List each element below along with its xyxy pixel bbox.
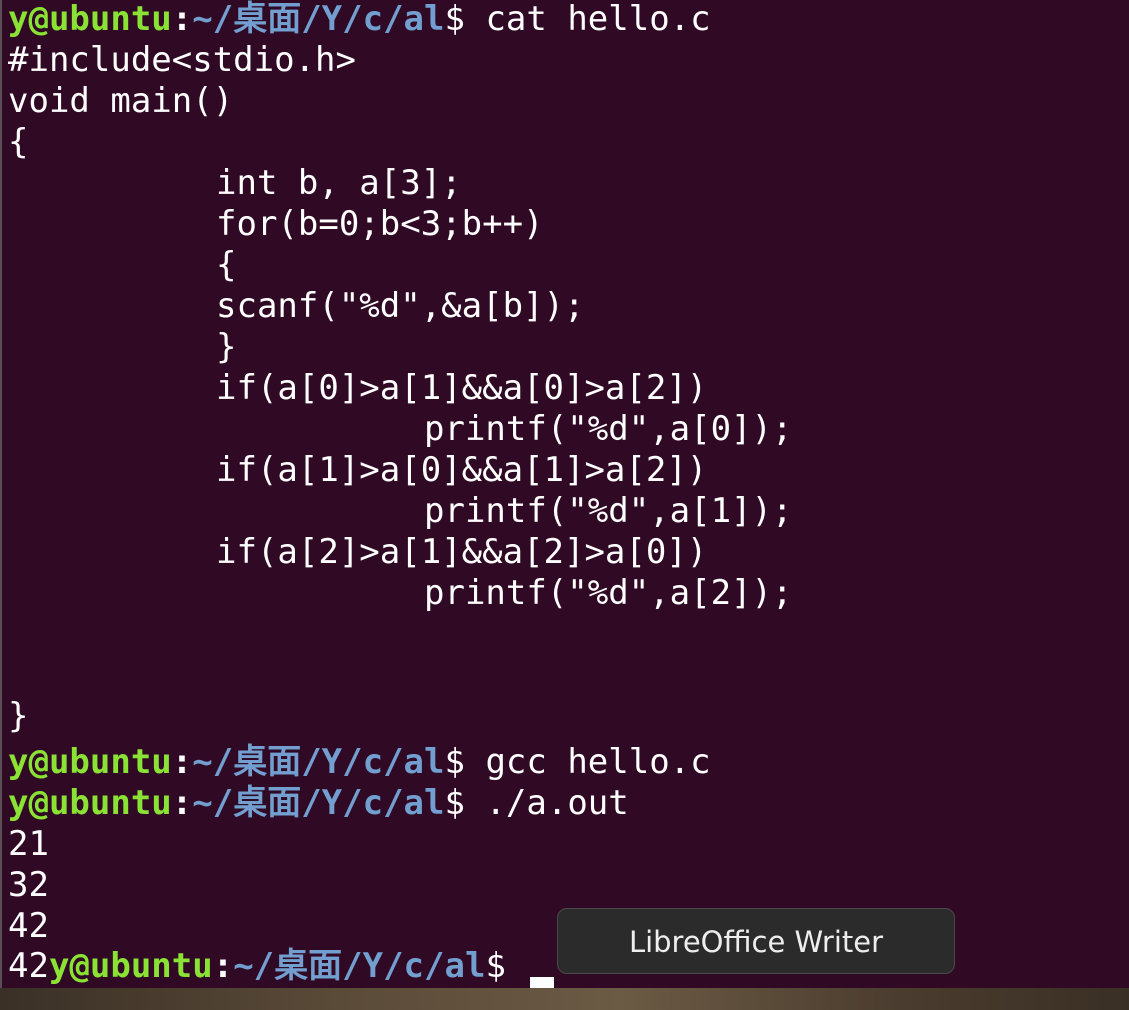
- code-line: if(a[1]>a[0]&&a[1]>a[2]): [216, 450, 708, 490]
- prompt-dollar: $: [444, 742, 465, 782]
- command-text: ./a.out: [485, 783, 629, 823]
- prompt-user-host: y@ubuntu: [8, 783, 172, 823]
- prompt-colon: :: [171, 742, 193, 782]
- video-background-strip: [0, 988, 1129, 1010]
- code-line: int b, a[3];: [216, 163, 462, 203]
- code-line: }: [8, 696, 29, 736]
- code-line: if(a[2]>a[1]&&a[2]>a[0]): [216, 532, 708, 572]
- code-line: #include<stdio.h>: [8, 40, 356, 80]
- prompt-colon: :: [171, 783, 193, 823]
- prompt-user-host: y@ubuntu: [8, 0, 172, 39]
- code-line: if(a[0]>a[1]&&a[0]>a[2]): [216, 368, 708, 408]
- prompt-line-final: 42y@ubuntu:~/桌面/Y/c/al$: [8, 946, 555, 991]
- prompt-colon: :: [171, 0, 193, 39]
- prompt-path: ~/桌面/Y/c/al: [233, 946, 486, 986]
- prompt-line-run: y@ubuntu:~/桌面/Y/c/al$ ./a.out: [8, 783, 629, 823]
- prompt-user-host: y@ubuntu: [48, 946, 213, 986]
- code-line: printf("%d",a[1]);: [424, 491, 793, 531]
- code-line: void main(): [8, 81, 234, 121]
- prompt-dollar: $: [444, 0, 465, 39]
- code-line: {: [216, 245, 237, 285]
- screen: y@ubuntu:~/桌面/Y/c/al$ cat hello.c #inclu…: [0, 0, 1129, 1010]
- prompt-path: ~/桌面/Y/c/al: [192, 783, 445, 823]
- code-line: {: [8, 122, 29, 162]
- prompt-dollar: $: [485, 946, 506, 986]
- prompt-colon: :: [212, 946, 234, 986]
- code-line: printf("%d",a[0]);: [424, 409, 793, 449]
- code-line: for(b=0;b<3;b++): [216, 204, 544, 244]
- program-result: 42: [8, 946, 49, 986]
- command-text: cat hello.c: [485, 0, 711, 39]
- command-text: gcc hello.c: [485, 742, 711, 782]
- output-line: 32: [8, 865, 49, 905]
- app-tooltip: LibreOffice Writer: [557, 908, 955, 974]
- prompt-path: ~/桌面/Y/c/al: [192, 0, 445, 39]
- code-line: }: [216, 327, 237, 367]
- prompt-dollar: $: [444, 783, 465, 823]
- code-line: scanf("%d",&a[b]);: [216, 286, 585, 326]
- terminal-window[interactable]: y@ubuntu:~/桌面/Y/c/al$ cat hello.c #inclu…: [0, 0, 1129, 991]
- output-line: 42: [8, 906, 49, 946]
- prompt-line-gcc: y@ubuntu:~/桌面/Y/c/al$ gcc hello.c: [8, 742, 711, 782]
- code-line: printf("%d",a[2]);: [424, 573, 793, 613]
- output-line: 21: [8, 824, 49, 864]
- prompt-path: ~/桌面/Y/c/al: [192, 742, 445, 782]
- terminal-border: [0, 0, 2, 990]
- prompt-user-host: y@ubuntu: [8, 742, 172, 782]
- prompt-line-cat: y@ubuntu:~/桌面/Y/c/al$ cat hello.c: [8, 0, 711, 39]
